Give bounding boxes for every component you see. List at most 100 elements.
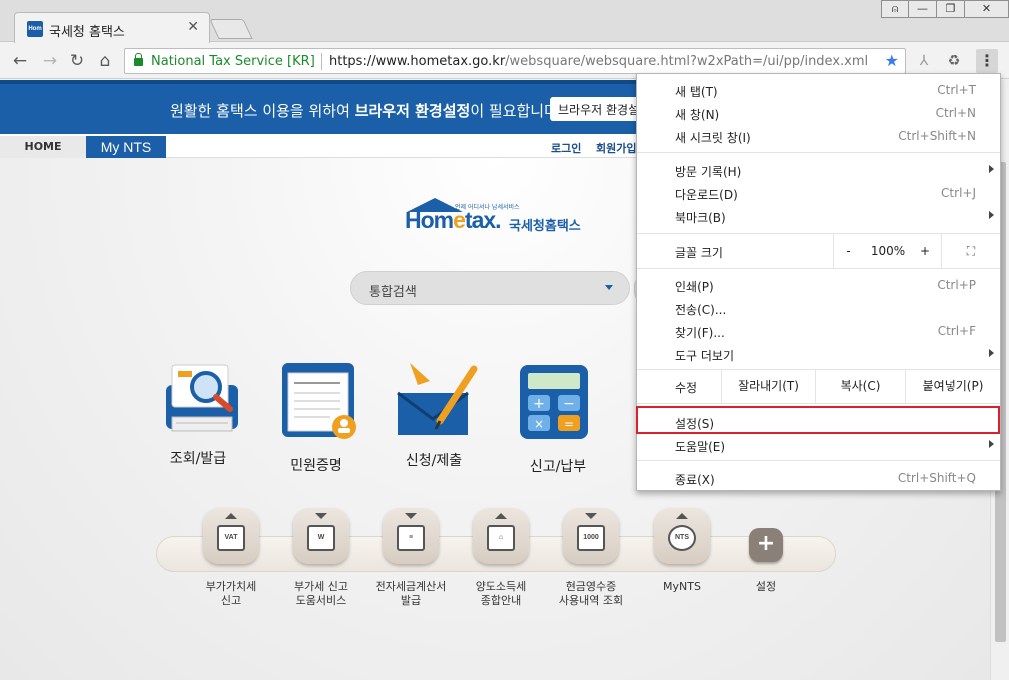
menu-item-exit[interactable]: 종료(X) Ctrl+Shift+Q [637,467,1000,490]
forward-arrow-icon[interactable]: → [40,51,60,71]
submenu-arrow-icon [989,349,994,357]
svg-text:+: + [533,396,545,412]
svg-text:×: × [534,417,544,431]
address-separator [321,53,322,70]
arrow-up-icon [676,513,688,519]
url-text[interactable]: https://www.hometax.go.kr/websquare/webs… [329,54,868,69]
menu-item-help[interactable]: 도움말(E) [637,434,1000,457]
logo-tagline: 언제 어디서나 납세서비스 [455,204,520,211]
zoom-label: 글꼴 크기 [675,246,723,260]
menu-separator [637,152,1000,153]
tab-my-nts[interactable]: My NTS [86,136,166,158]
tab-close-icon[interactable]: ✕ [187,19,199,35]
edit-row: 수정 잘라내기(T) 복사(C) 붙여넣기(P) [637,369,1000,403]
menu-item-new-tab[interactable]: 새 탭(T) Ctrl+T [637,79,1000,102]
menu-item-more-tools[interactable]: 도구 더보기 [637,343,1000,366]
menu-separator [637,460,1000,461]
integrated-search-select[interactable]: 통합검색 [350,271,630,305]
menu-item-new-window[interactable]: 새 창(N) Ctrl+N [637,102,1000,125]
reload-icon[interactable]: ↻ [67,51,87,71]
quick-glyph: NTS [668,525,696,551]
menu-item-history[interactable]: 방문 기록(H) [637,159,1000,182]
arrow-up-icon [225,513,237,519]
arrow-down-icon [405,513,417,519]
menu-item-downloads[interactable]: 다운로드(D) Ctrl+J [637,182,1000,205]
login-link[interactable]: 로그인 [551,140,581,156]
envelope-pen-icon[interactable] [390,363,480,443]
capital-gains-tax-icon[interactable]: ⌂ [473,508,529,564]
logo-korean: 국세청홈택스 [509,219,581,234]
settings-plus-icon[interactable]: + [749,528,783,562]
browser-tab[interactable]: Hom 국세청 홈택스 ✕ [14,12,210,43]
pdf-extension-icon[interactable]: ⅄ [913,50,935,72]
quick-glyph: ≡ [397,525,425,551]
vat-help-icon[interactable]: W [293,508,349,564]
browser-titlebar: Hom 국세청 홈택스 ✕ ⍝ — ❐ ✕ [0,0,1009,43]
zoom-out-button[interactable]: - [833,234,863,268]
copy-button[interactable]: 복사(C) [815,369,905,403]
maximize-button[interactable]: ❐ [937,0,965,18]
user-profile-button[interactable]: ⍝ [881,0,909,18]
tab-home[interactable]: HOME [0,136,86,158]
menu-item-print[interactable]: 인쇄(P) Ctrl+P [637,274,1000,297]
paste-button[interactable]: 붙여넣기(P) [905,369,1000,403]
menu-item-find[interactable]: 찾기(F)... Ctrl+F [637,320,1000,343]
main-menu-label[interactable]: 신고/납부 [508,456,608,476]
main-menu-label[interactable]: 신청/제출 [384,450,484,470]
arrow-up-icon [495,513,507,519]
main-menu-label[interactable]: 민원증명 [266,455,366,475]
svg-text:−: − [563,396,575,412]
address-bar[interactable]: National Tax Service [KR] https://www.ho… [124,48,906,74]
zoom-in-button[interactable]: + [913,234,937,268]
cut-button[interactable]: 잘라내기(T) [721,369,815,403]
mynts-icon[interactable]: NTS [654,508,710,564]
e-tax-invoice-icon[interactable]: ≡ [383,508,439,564]
menu-item-bookmarks[interactable]: 북마크(B) [637,205,1000,228]
submenu-arrow-icon [989,165,994,173]
submenu-arrow-icon [989,211,994,219]
browser-settings-button[interactable]: 브라우저 환경설정 [550,97,650,121]
zoom-level: 100% [870,244,906,258]
notice-bold: 브라우저 환경설정 [354,102,471,120]
logo-english: Hometax. [405,207,502,233]
menu-separator [637,403,1000,404]
fullscreen-icon[interactable]: ⛶ [941,234,1000,268]
arrow-down-icon [315,513,327,519]
quick-glyph: VAT [217,525,245,551]
zoom-row: 글꼴 크기 - 100% + ⛶ [637,234,1000,268]
home-icon[interactable]: ⌂ [95,51,115,71]
svg-text:=: = [564,417,574,431]
submenu-arrow-icon [989,440,994,448]
url-host: https://www.hometax.go.kr [329,54,506,69]
bookmark-star-icon[interactable]: ★ [885,51,899,70]
notice-text: 원활한 홈택스 이용을 위하여 브라우저 환경설정이 필요합니다. [170,102,563,120]
main-menu-label[interactable]: 조회/발급 [148,448,248,468]
document-search-icon[interactable] [158,363,248,443]
back-arrow-icon[interactable]: ← [10,51,30,71]
settings-highlight-box [636,406,1000,434]
window-close-button[interactable]: ✕ [965,0,1009,18]
quick-menu-label[interactable]: 설정 [711,580,821,594]
quick-glyph: ⌂ [487,525,515,551]
new-tab-button[interactable] [209,19,253,39]
menu-item-cast[interactable]: 전송(C)... [637,297,1000,320]
site-identity[interactable]: National Tax Service [KR] [151,54,315,69]
edit-label: 수정 [675,381,698,395]
chrome-menu-button[interactable]: ⋮ [976,49,998,73]
search-label: 통합검색 [369,285,417,300]
vat-icon[interactable]: VAT [203,508,259,564]
menu-item-incognito[interactable]: 새 시크릿 창(I) Ctrl+Shift+N [637,125,1000,148]
certificate-icon[interactable] [274,363,364,443]
recycle-extension-icon[interactable]: ♻ [943,50,965,72]
tab-title: 국세청 홈택스 [49,25,125,40]
hometax-favicon-icon: Hom [27,21,43,37]
menu-separator [637,268,1000,269]
minimize-button[interactable]: — [909,0,937,18]
cash-receipt-icon[interactable]: 1000 [563,508,619,564]
quick-glyph: 1000 [577,525,605,551]
quick-glyph: W [307,525,335,551]
calculator-icon[interactable]: + − × = [508,363,598,443]
hometax-logo[interactable]: Hometax. 언제 어디서나 납세서비스 국세청홈택스 [405,198,595,242]
join-link[interactable]: 회원가입 [596,140,636,156]
arrow-down-icon [585,513,597,519]
